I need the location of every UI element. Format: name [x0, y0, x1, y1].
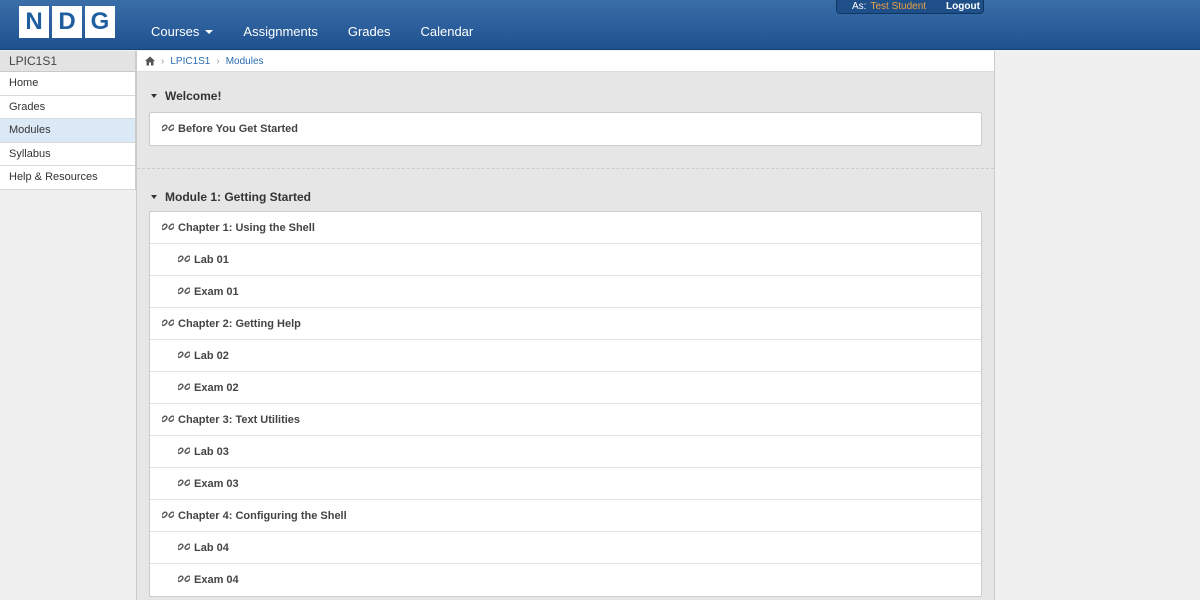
sidebar-item-home[interactable]: Home	[0, 72, 135, 96]
sidebar-item-grades[interactable]: Grades	[0, 95, 135, 119]
sidebar-item-help-resources[interactable]: Help & Resources	[0, 166, 135, 190]
nav-courses[interactable]: Courses	[136, 0, 228, 50]
list-item[interactable]: Before You Get Started	[150, 113, 981, 145]
link-icon	[178, 286, 190, 294]
link-icon	[162, 510, 174, 518]
chevron-right-icon: ›	[161, 55, 165, 67]
list-item[interactable]: Exam 02	[150, 372, 981, 404]
item-label: Exam 03	[194, 477, 239, 490]
module-items: Chapter 1: Using the Shell Lab 01 Exam 01 C…	[149, 211, 982, 597]
list-item[interactable]: Exam 04	[150, 564, 981, 596]
logout-link[interactable]: Logout	[946, 1, 980, 12]
link-icon	[178, 542, 190, 550]
chevron-down-icon	[205, 30, 214, 34]
item-label: Lab 01	[194, 253, 229, 266]
module-header[interactable]: Welcome!	[149, 84, 982, 108]
as-label: As:	[852, 1, 867, 12]
link-icon	[178, 446, 190, 454]
link-icon	[178, 254, 190, 262]
logo-letter: D	[58, 8, 76, 35]
sidebar-item-syllabus[interactable]: Syllabus	[0, 142, 135, 166]
top-navbar: N D G Courses Assignments Grades Calenda…	[0, 0, 1200, 50]
list-item[interactable]: Lab 02	[150, 340, 981, 372]
user-box: As: Test Student Logout	[836, 0, 984, 14]
main-content: › LPIC1S1 › Modules Welcome! Before You …	[137, 51, 995, 600]
nav-assignments[interactable]: Assignments	[228, 0, 332, 50]
list-item[interactable]: Chapter 1: Using the Shell	[150, 212, 981, 244]
item-label: Exam 01	[194, 285, 239, 298]
breadcrumb-page[interactable]: Modules	[226, 56, 264, 67]
link-icon	[162, 124, 174, 132]
link-icon	[178, 575, 190, 583]
list-item[interactable]: Lab 01	[150, 244, 981, 276]
list-item[interactable]: Lab 03	[150, 436, 981, 468]
item-label: Before You Get Started	[178, 123, 299, 135]
logo-letter: N	[25, 8, 43, 35]
module-header[interactable]: Module 1: Getting Started	[149, 185, 982, 209]
course-sidebar: LPIC1S1 Home Grades Modules Syllabus Hel…	[0, 51, 136, 190]
nav-grades[interactable]: Grades	[333, 0, 406, 50]
item-label: Exam 04	[194, 574, 239, 586]
main-nav: Courses Assignments Grades Calendar	[136, 0, 488, 50]
list-item[interactable]: Chapter 2: Getting Help	[150, 308, 981, 340]
item-label: Lab 03	[194, 445, 229, 458]
breadcrumb-course[interactable]: LPIC1S1	[170, 56, 210, 67]
module-title: Module 1: Getting Started	[165, 190, 312, 204]
link-icon	[162, 318, 174, 326]
nav-calendar[interactable]: Calendar	[405, 0, 488, 50]
item-label: Chapter 4: Configuring the Shell	[178, 509, 347, 522]
user-name[interactable]: Test Student	[870, 1, 926, 12]
list-item[interactable]: Lab 04	[150, 532, 981, 564]
item-label: Chapter 3: Text Utilities	[178, 413, 301, 426]
item-label: Lab 02	[194, 349, 229, 362]
link-icon	[178, 350, 190, 358]
item-label: Exam 02	[194, 381, 239, 394]
module-welcome: Welcome! Before You Get Started	[137, 72, 994, 146]
link-icon	[178, 382, 190, 390]
home-icon[interactable]	[145, 56, 155, 66]
logo-letter: G	[90, 8, 110, 35]
module-1: Module 1: Getting Started Chapter 1: Usi…	[137, 169, 994, 597]
list-item[interactable]: Exam 03	[150, 468, 981, 500]
logo-tile: D	[52, 6, 82, 38]
module-items: Before You Get Started	[149, 112, 982, 146]
item-label: Chapter 1: Using the Shell	[178, 221, 315, 234]
ndg-logo[interactable]: N D G	[19, 6, 115, 38]
item-label: Chapter 2: Getting Help	[178, 317, 301, 330]
link-icon	[178, 478, 190, 486]
logo-tile: G	[85, 6, 115, 38]
list-item[interactable]: Exam 01	[150, 276, 981, 308]
collapse-triangle-icon[interactable]	[151, 195, 157, 199]
item-label: Lab 04	[194, 541, 229, 554]
list-item[interactable]: Chapter 3: Text Utilities	[150, 404, 981, 436]
link-icon	[162, 414, 174, 422]
link-icon	[162, 222, 174, 230]
chevron-right-icon: ›	[216, 55, 220, 67]
list-item[interactable]: Chapter 4: Configuring the Shell	[150, 500, 981, 532]
collapse-triangle-icon[interactable]	[151, 94, 157, 98]
module-title: Welcome!	[165, 89, 222, 103]
logo-tile: N	[19, 6, 49, 38]
breadcrumb: › LPIC1S1 › Modules	[137, 51, 994, 72]
sidebar-course-title: LPIC1S1	[0, 51, 135, 72]
sidebar-item-modules[interactable]: Modules	[0, 119, 135, 143]
